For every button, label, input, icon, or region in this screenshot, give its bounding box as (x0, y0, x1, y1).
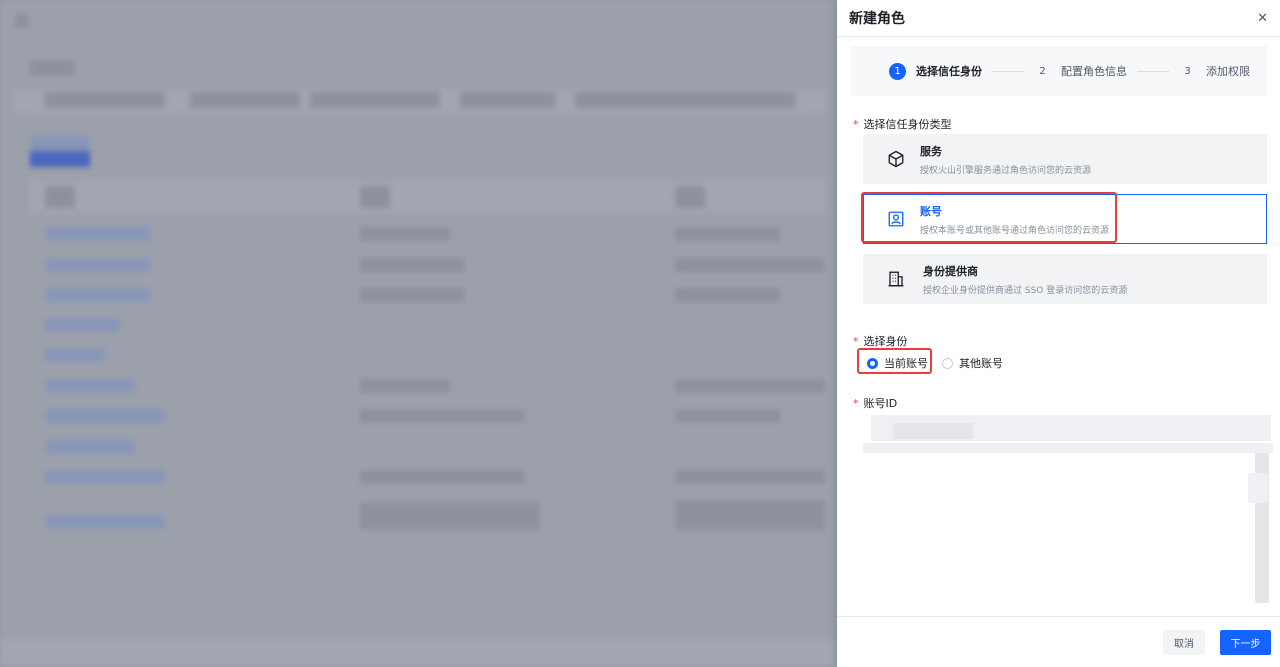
step-label: 添加权限 (1206, 65, 1250, 78)
next-step-button[interactable]: 下一步 (1220, 630, 1271, 655)
account-id-label: * 账号ID (853, 395, 897, 411)
step-connector (1137, 70, 1169, 72)
drawer-footer: 取消 下一步 (837, 616, 1280, 667)
card-title: 身份提供商 (923, 264, 978, 278)
user-card-icon (886, 209, 906, 229)
drawer-title: 新建角色 (849, 11, 905, 27)
step-2: 2 配置角色信息 (1034, 63, 1127, 80)
card-description: 授权企业身份提供商通过 SSO 登录访问您的云资源 (923, 285, 1128, 296)
card-description: 授权本账号或其他账号通过角色访问您的云资源 (920, 225, 1110, 236)
radio-checked-icon (867, 357, 878, 369)
identity-label: * 选择身份 (853, 333, 908, 349)
step-connector (992, 70, 1024, 72)
required-mark: * (853, 335, 859, 348)
create-role-drawer: 新建角色 ✕ 1 选择信任身份 2 配置角色信息 3 添加权限 * 选择信任身份类… (837, 0, 1280, 667)
step-number: 3 (1184, 65, 1191, 77)
step-label: 选择信任身份 (916, 65, 982, 78)
identity-label-text: 选择身份 (863, 335, 908, 348)
building-icon (886, 269, 906, 289)
step-label: 配置角色信息 (1061, 65, 1127, 78)
step-1: 1 选择信任身份 (889, 62, 982, 80)
steps-bar: 1 选择信任身份 2 配置角色信息 3 添加权限 (851, 46, 1267, 96)
account-id-value-redacted (863, 413, 1273, 608)
account-id-label-text: 账号ID (863, 397, 898, 410)
card-description: 授权火山引擎服务通过角色访问您的云资源 (920, 165, 1092, 176)
radio-unchecked-icon (942, 357, 953, 369)
trust-type-idp-card[interactable]: 身份提供商 授权企业身份提供商通过 SSO 登录访问您的云资源 (863, 254, 1267, 304)
card-title: 服务 (920, 144, 942, 158)
cancel-button[interactable]: 取消 (1163, 630, 1205, 655)
identity-radio-group: 当前账号 其他账号 (867, 355, 1017, 371)
radio-label: 当前账号 (884, 357, 928, 370)
required-mark: * (853, 397, 859, 410)
required-mark: * (853, 118, 859, 131)
step-number: 2 (1039, 65, 1046, 77)
trust-type-service-card[interactable]: 服务 授权火山引擎服务通过角色访问您的云资源 (863, 134, 1267, 184)
drawer-header: 新建角色 ✕ (837, 0, 1280, 37)
card-title: 账号 (920, 204, 942, 218)
cube-icon (886, 149, 906, 169)
radio-label: 其他账号 (959, 357, 1003, 370)
trust-type-label-text: 选择信任身份类型 (863, 118, 952, 131)
step-number: 1 (889, 62, 906, 80)
step-3: 3 添加权限 (1179, 63, 1250, 80)
close-icon[interactable]: ✕ (1257, 11, 1268, 26)
radio-current-account[interactable]: 当前账号 (867, 355, 928, 371)
modal-overlay[interactable] (0, 0, 837, 667)
radio-other-account[interactable]: 其他账号 (942, 355, 1003, 371)
trust-type-account-card[interactable]: 账号 授权本账号或其他账号通过角色访问您的云资源 (863, 194, 1267, 244)
trust-type-label: * 选择信任身份类型 (853, 116, 952, 132)
